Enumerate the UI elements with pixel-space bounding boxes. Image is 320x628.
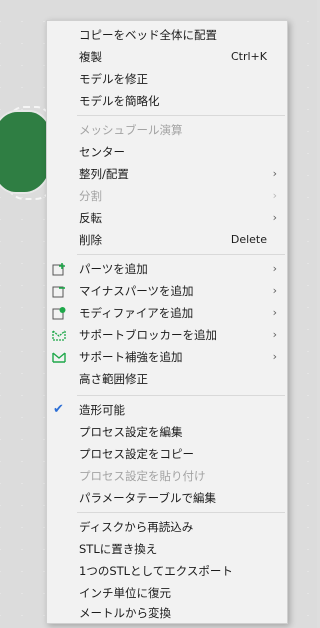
- menu-separator: [77, 512, 285, 513]
- menu-item-label: モディファイアを追加: [79, 306, 194, 320]
- menu-item-label: メッシュブール演算: [79, 123, 183, 137]
- menu-item-label: 整列/配置: [79, 167, 129, 181]
- menu-item-add-part[interactable]: パーツを追加 ›: [47, 258, 287, 280]
- menu-item-label: 1つのSTLとしてエクスポート: [79, 564, 233, 578]
- 3d-model[interactable]: [0, 112, 52, 192]
- chevron-right-icon: ›: [272, 189, 277, 202]
- menu-item-simplify-model[interactable]: モデルを簡略化: [47, 90, 287, 112]
- add-negative-part-icon: [52, 286, 65, 298]
- menu-item-shortcut: Ctrl+K: [230, 50, 267, 63]
- menu-item-edit-process-settings[interactable]: プロセス設定を編集: [47, 421, 287, 443]
- menu-item-add-modifier[interactable]: モディファイアを追加 ›: [47, 302, 287, 324]
- menu-separator: [77, 115, 285, 116]
- menu-item-align-arrange[interactable]: 整列/配置 ›: [47, 163, 287, 185]
- support-enforcer-icon: [52, 352, 66, 363]
- menu-item-convert-from-meter[interactable]: メートルから変換: [47, 602, 287, 624]
- menu-item-center[interactable]: センター: [47, 141, 287, 163]
- menu-item-replace-with-stl[interactable]: STLに置き換え: [47, 538, 287, 560]
- menu-item-label: サポートブロッカーを追加: [79, 328, 217, 342]
- chevron-right-icon: ›: [272, 211, 277, 224]
- menu-item-reload-from-disk[interactable]: ディスクから再読込み: [47, 516, 287, 538]
- menu-item-printable[interactable]: ✔ 造形可能: [47, 399, 287, 421]
- menu-item-mesh-boolean: メッシュブール演算: [47, 119, 287, 141]
- add-modifier-icon: [52, 307, 66, 320]
- menu-item-label: サポート補強を追加: [79, 350, 183, 364]
- menu-item-label: コピーをベッド全体に配置: [79, 28, 217, 42]
- chevron-right-icon: ›: [272, 306, 277, 319]
- chevron-right-icon: ›: [272, 167, 277, 180]
- menu-separator: [77, 395, 285, 396]
- menu-item-label: ディスクから再読込み: [79, 520, 194, 534]
- menu-separator: [77, 254, 285, 255]
- support-blocker-icon: [52, 330, 66, 341]
- menu-item-height-range-modifier[interactable]: 高さ範囲修正: [47, 368, 287, 390]
- menu-item-label: 複製: [79, 50, 102, 64]
- menu-item-label: 反転: [79, 211, 102, 225]
- menu-item-mirror[interactable]: 反転 ›: [47, 207, 287, 229]
- checkmark-icon: ✔: [53, 402, 64, 417]
- menu-item-label: プロセス設定をコピー: [79, 447, 194, 461]
- menu-item-label: 高さ範囲修正: [79, 372, 148, 386]
- menu-item-split: 分割 ›: [47, 185, 287, 207]
- context-menu: コピーをベッド全体に配置 複製 Ctrl+K モデルを修正 モデルを簡略化 メッ…: [46, 20, 288, 624]
- menu-item-label: メートルから変換: [79, 606, 171, 620]
- menu-item-export-as-one-stl[interactable]: 1つのSTLとしてエクスポート: [47, 560, 287, 582]
- menu-item-label: モデルを修正: [79, 72, 148, 86]
- menu-item-label: パーツを追加: [79, 262, 148, 276]
- menu-item-label: 分割: [79, 189, 102, 203]
- menu-item-label: 造形可能: [79, 403, 125, 417]
- menu-item-paste-process-settings: プロセス設定を貼り付け: [47, 465, 287, 487]
- menu-item-label: センター: [79, 145, 125, 159]
- menu-item-convert-from-inch[interactable]: インチ単位に復元: [47, 582, 287, 604]
- menu-item-copy-process-settings[interactable]: プロセス設定をコピー: [47, 443, 287, 465]
- menu-item-shortcut: Delete: [230, 233, 267, 246]
- menu-item-fix-model[interactable]: モデルを修正: [47, 68, 287, 90]
- menu-item-add-support-blocker[interactable]: サポートブロッカーを追加 ›: [47, 324, 287, 346]
- add-part-icon: [52, 263, 65, 276]
- menu-item-label: モデルを簡略化: [79, 94, 160, 108]
- menu-item-label: プロセス設定を編集: [79, 425, 183, 439]
- menu-item-label: 削除: [79, 233, 102, 247]
- menu-item-delete[interactable]: 削除 Delete: [47, 229, 287, 251]
- chevron-right-icon: ›: [272, 328, 277, 341]
- chevron-right-icon: ›: [272, 262, 277, 275]
- menu-item-add-support-enforcer[interactable]: サポート補強を追加 ›: [47, 346, 287, 368]
- menu-item-add-negative-part[interactable]: マイナスパーツを追加 ›: [47, 280, 287, 302]
- menu-item-clone[interactable]: 複製 Ctrl+K: [47, 46, 287, 68]
- menu-item-label: パラメータテーブルで編集: [79, 491, 216, 505]
- menu-item-label: プロセス設定を貼り付け: [79, 469, 206, 483]
- menu-item-label: STLに置き換え: [79, 542, 158, 556]
- menu-item-edit-in-parameter-table[interactable]: パラメータテーブルで編集: [47, 487, 287, 509]
- menu-item-label: インチ単位に復元: [79, 586, 171, 600]
- chevron-right-icon: ›: [272, 350, 277, 363]
- menu-item-fill-bed-with-copies[interactable]: コピーをベッド全体に配置: [47, 24, 287, 46]
- menu-item-label: マイナスパーツを追加: [79, 284, 194, 298]
- chevron-right-icon: ›: [272, 284, 277, 297]
